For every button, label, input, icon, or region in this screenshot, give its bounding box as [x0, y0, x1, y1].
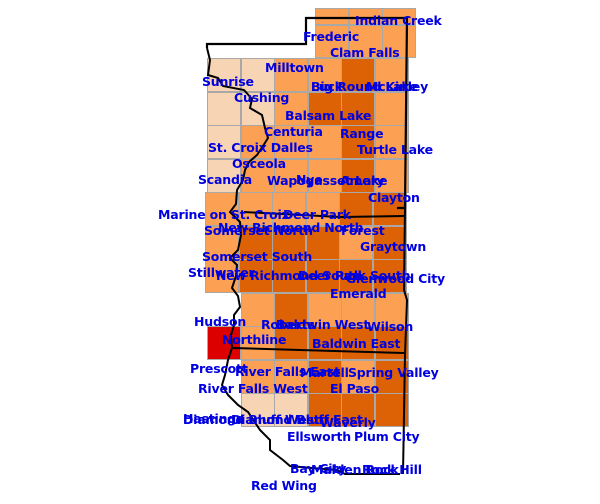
place-label: Centuria: [264, 124, 323, 139]
place-label: Sunrise: [202, 74, 254, 89]
place-label: Baldwin West: [276, 317, 370, 332]
place-label: Scandia: [198, 172, 253, 187]
choropleth-map: Indian Creek Frederic Clam Falls Milltown Su…: [0, 0, 600, 504]
place-label: Osceola: [232, 156, 286, 171]
place-label: Wilson: [367, 319, 414, 334]
place-label: River Falls West: [198, 381, 308, 396]
place-label: Balsam Lake: [285, 108, 372, 123]
place-label: Turtle Lake: [357, 142, 433, 157]
place-label: Range: [340, 126, 384, 141]
place-label: El Paso: [330, 381, 380, 396]
place-label: Somerset South: [202, 249, 313, 264]
place-label: Plum City: [354, 429, 420, 444]
place-label: Northline: [222, 332, 287, 347]
place-label: Cushing: [234, 90, 290, 105]
place-label: Milltown: [265, 60, 324, 75]
place-label: Clayton: [368, 190, 420, 205]
place-label: Red Wing: [251, 478, 317, 493]
place-label: Forest: [341, 223, 385, 238]
place-label: Ellsworth: [287, 429, 351, 444]
place-label: Frederic: [303, 29, 360, 44]
place-label: Spring Valley: [348, 365, 439, 380]
place-label: Graytown: [360, 239, 427, 254]
place-label: Indian Creek: [355, 13, 442, 28]
place-label: Waverly: [320, 415, 376, 430]
place-label: Luck: [311, 79, 343, 94]
place-label: Nye: [296, 172, 323, 187]
place-label: Hudson: [194, 314, 247, 329]
place-label: Amery: [340, 173, 385, 188]
place-label: Martell: [300, 365, 349, 380]
place-label: Baldwin East: [312, 336, 401, 351]
place-label: Glenwood City: [346, 271, 445, 286]
place-label: Rock Hill: [362, 462, 422, 477]
place-label: Clam Falls: [330, 45, 400, 60]
place-label: Emerald: [330, 286, 387, 301]
place-label: McKinley: [366, 79, 429, 94]
place-label: St. Croix Dalles: [208, 140, 313, 155]
